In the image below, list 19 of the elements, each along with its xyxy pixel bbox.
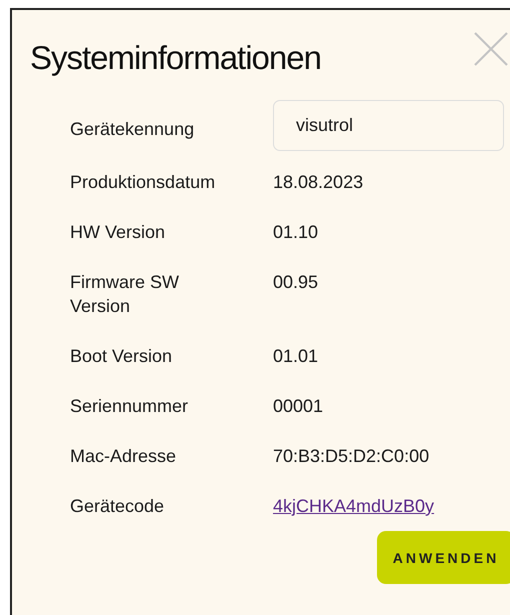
dialog-title: Systeminformationen	[30, 38, 321, 78]
input-field[interactable]: visutrol	[273, 100, 504, 151]
field-label: Gerätekennung	[70, 118, 196, 141]
field-label: Seriennummer	[70, 395, 190, 418]
code-link[interactable]: 4kjCHKA4mdUzB0y	[273, 494, 434, 518]
field-label: Produktionsdatum	[70, 171, 216, 194]
field-label: Boot Version	[70, 345, 174, 368]
field-value: 18.08.2023	[273, 171, 364, 194]
field-value: 01.01	[273, 345, 318, 368]
field-value: 70:B3:D5:D2:C0:00	[273, 445, 430, 468]
field-value: 01.10	[273, 221, 318, 244]
apply-button[interactable]: ANWENDEN	[377, 531, 510, 584]
field-label: Mac-Adresse	[70, 445, 178, 468]
field-value: 00.95	[273, 271, 318, 294]
field-label: Firmware SW Version	[70, 271, 180, 318]
close-icon[interactable]	[474, 32, 508, 66]
field-value: 00001	[273, 395, 324, 418]
field-label: HW Version	[70, 221, 166, 244]
field-label: Gerätecode	[70, 495, 166, 518]
